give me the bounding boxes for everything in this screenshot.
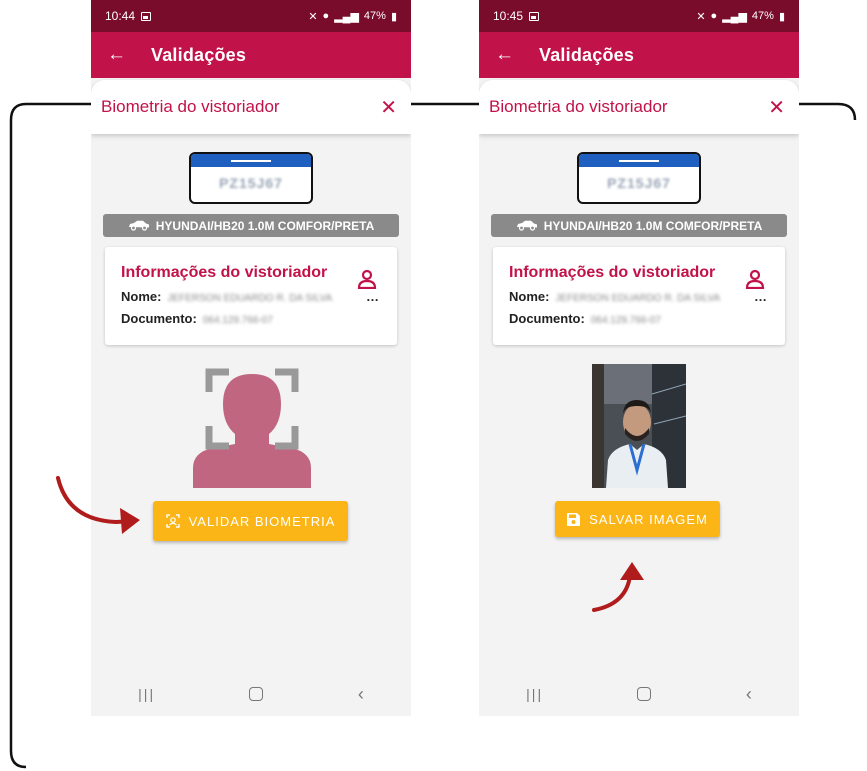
recent-apps-icon[interactable]: ||| — [526, 686, 543, 702]
mute-icon: ✕ — [696, 10, 706, 23]
save-image-button[interactable]: SALVAR IMAGEM — [555, 501, 720, 537]
name-label: Nome: — [509, 289, 550, 304]
vehicle-label: HYUNDAI/HB20 1.0M COMFOR/PRETA — [155, 218, 375, 233]
location-icon: ● — [710, 10, 718, 22]
signal-icon: ▂▄▆ — [334, 10, 359, 23]
modal-header: Biometria do vistoriador ✕ — [91, 80, 411, 134]
face-scan-icon — [165, 514, 180, 528]
validate-biometry-button[interactable]: VALIDAR BIOMETRIA — [153, 501, 348, 541]
status-bar: 10:45 ✕ ● ▂▄▆ 47% ▮ — [479, 0, 799, 32]
phone-screen-before: 10:44 ✕ ● ▂▄▆ 47% ▮ ← Validações Biometr… — [91, 0, 411, 716]
name-value: JEFERSON EDUARDO R. DA SILVA — [555, 293, 721, 304]
vehicle-label: HYUNDAI/HB20 1.0M COMFOR/PRETA — [543, 218, 763, 233]
inspector-info-card: Informações do vistoriador Nome: JEFERSON… — [105, 247, 397, 345]
info-card-title: Informações do vistoriador — [509, 264, 716, 281]
app-bar: ← Validações — [91, 32, 411, 78]
document-value: 064.129.766-07 — [202, 315, 273, 326]
app-bar: ← Validações — [479, 32, 799, 78]
name-label: Nome: — [121, 289, 162, 304]
location-icon: ● — [322, 10, 330, 22]
car-icon — [516, 220, 537, 231]
modal-header: Biometria do vistoriador ✕ — [479, 80, 799, 134]
name-row: Nome: JEFERSON EDUARDO R. DA SILVA… — [121, 289, 379, 304]
android-nav-bar: ||| ‹ — [479, 672, 799, 716]
name-row: Nome: JEFERSON EDUARDO R. DA SILVA… — [509, 289, 767, 304]
nav-back-icon[interactable]: ‹ — [358, 684, 364, 705]
inspector-info-card: Informações do vistoriador Nome: JEFERSON… — [493, 247, 785, 345]
battery-icon: ▮ — [778, 10, 785, 23]
document-row: Documento: 064.129.766-07 — [509, 311, 769, 326]
plate-number: PZ15J67 — [607, 175, 671, 191]
plate-number: PZ15J67 — [219, 175, 283, 191]
car-icon — [128, 220, 149, 231]
back-arrow-icon[interactable]: ← — [107, 44, 135, 66]
home-icon[interactable] — [249, 687, 264, 701]
document-label: Documento: — [121, 311, 197, 326]
document-row: Documento: 064.129.766-07 — [121, 311, 381, 326]
user-icon — [357, 269, 377, 289]
close-icon[interactable]: ✕ — [768, 95, 785, 120]
gallery-notification-icon — [529, 11, 540, 21]
save-image-label: SALVAR IMAGEM — [589, 511, 708, 527]
nav-back-icon[interactable]: ‹ — [746, 684, 752, 705]
modal-title: Biometria do vistoriador — [489, 97, 668, 116]
name-value: JEFERSON EDUARDO R. DA SILVA — [167, 293, 333, 304]
status-bar: 10:44 ✕ ● ▂▄▆ 47% ▮ — [91, 0, 411, 32]
home-icon[interactable] — [637, 687, 652, 701]
close-icon[interactable]: ✕ — [380, 95, 397, 120]
status-time: 10:44 — [105, 9, 136, 23]
battery-icon: ▮ — [390, 10, 397, 23]
modal-title: Biometria do vistoriador — [101, 97, 280, 116]
license-plate: PZ15J67 — [189, 152, 313, 204]
android-nav-bar: ||| ‹ — [91, 672, 411, 716]
vehicle-badge: HYUNDAI/HB20 1.0M COMFOR/PRETA — [491, 214, 787, 237]
vehicle-badge: HYUNDAI/HB20 1.0M COMFOR/PRETA — [103, 214, 399, 237]
phone-screen-after: 10:45 ✕ ● ▂▄▆ 47% ▮ ← Validações Biometr… — [479, 0, 799, 716]
battery-level: 47% — [363, 10, 386, 22]
license-plate: PZ15J67 — [577, 152, 701, 204]
document-label: Documento: — [509, 311, 585, 326]
app-bar-title: Validações — [151, 44, 247, 65]
document-value: 064.129.766-07 — [590, 315, 661, 326]
floppy-disk-icon — [567, 512, 581, 526]
mute-icon: ✕ — [308, 10, 318, 23]
gallery-notification-icon — [141, 11, 152, 21]
status-time: 10:45 — [493, 9, 524, 23]
info-card-title: Informações do vistoriador — [121, 264, 328, 281]
app-bar-title: Validações — [539, 44, 635, 65]
face-silhouette-placeholder — [193, 368, 311, 488]
signal-icon: ▂▄▆ — [722, 10, 747, 23]
captured-selfie-photo — [592, 364, 686, 488]
battery-level: 47% — [751, 10, 774, 22]
validate-biometry-label: VALIDAR BIOMETRIA — [188, 513, 336, 529]
user-icon — [745, 269, 765, 289]
recent-apps-icon[interactable]: ||| — [138, 686, 155, 702]
back-arrow-icon[interactable]: ← — [495, 44, 523, 66]
